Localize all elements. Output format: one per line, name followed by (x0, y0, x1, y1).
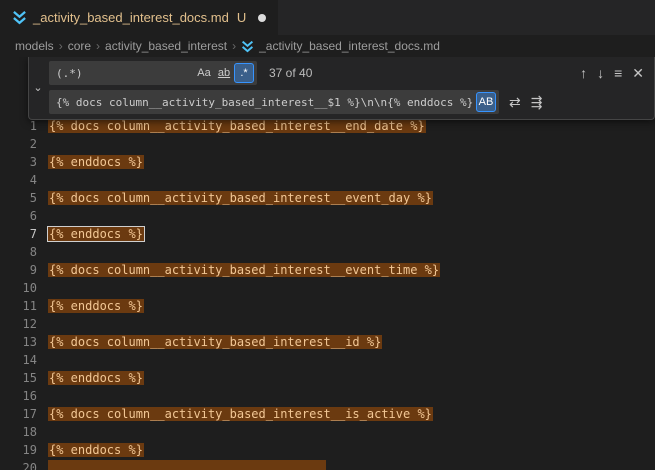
editor-line[interactable]: 8 (0, 243, 655, 261)
editor-line[interactable]: 12 (0, 315, 655, 333)
line-number[interactable]: 5 (0, 191, 46, 205)
editor-line[interactable]: 20 (0, 459, 655, 470)
toggle-replace-button[interactable]: ⌄ (29, 61, 47, 114)
git-status-badge: U (237, 10, 246, 25)
breadcrumb: models › core › activity_based_interest … (0, 35, 655, 57)
line-content: {% docs column__activity_based_interest_… (46, 335, 655, 349)
line-content: {% docs column__activity_based_interest_… (46, 263, 655, 277)
replace-row: {% docs column__activity_based_interest_… (49, 90, 648, 114)
line-content: {% docs column__activity_based_interest_… (46, 191, 655, 205)
editor-line[interactable]: 19{% enddocs %} (0, 441, 655, 459)
editor-line[interactable]: 2 (0, 135, 655, 153)
find-row: (.*) Aa ab .* 37 of 40 ↑ ↓ ≡ ✕ (49, 61, 648, 85)
replace-all-icon[interactable]: ⇶ (531, 95, 543, 109)
editor-line[interactable]: 3{% enddocs %} (0, 153, 655, 171)
markdown-file-icon (12, 10, 27, 25)
breadcrumb-file[interactable]: _activity_based_interest_docs.md (259, 39, 440, 53)
line-number[interactable]: 2 (0, 137, 46, 151)
line-number[interactable]: 20 (0, 461, 46, 470)
chevron-down-icon: ⌄ (33, 81, 42, 94)
replace-input[interactable]: {% docs column__activity_based_interest_… (49, 90, 499, 114)
editor-line[interactable]: 10 (0, 279, 655, 297)
editor-line[interactable]: 18 (0, 423, 655, 441)
match-count: 37 of 40 (269, 66, 312, 80)
editor-line[interactable]: 15{% enddocs %} (0, 369, 655, 387)
line-number[interactable]: 8 (0, 245, 46, 259)
editor-line[interactable]: 16 (0, 387, 655, 405)
markdown-file-icon (241, 40, 254, 53)
tab-filename: _activity_based_interest_docs.md (33, 10, 229, 25)
find-match: {% enddocs %} (48, 299, 144, 313)
line-number[interactable]: 14 (0, 353, 46, 367)
find-input-value[interactable]: (.*) (56, 67, 194, 80)
chevron-right-icon: › (59, 39, 63, 53)
unsaved-changes-dot[interactable] (258, 14, 266, 22)
previous-match-icon[interactable]: ↑ (580, 66, 587, 80)
breadcrumb-models[interactable]: models (15, 39, 54, 53)
preserve-case-toggle[interactable]: AB (476, 92, 496, 112)
find-replace-widget: ⌄ (.*) Aa ab .* 37 of 40 ↑ ↓ ≡ ✕ (28, 57, 655, 120)
line-number[interactable]: 17 (0, 407, 46, 421)
find-in-selection-icon[interactable]: ≡ (614, 66, 622, 80)
line-number[interactable]: 12 (0, 317, 46, 331)
line-number[interactable]: 10 (0, 281, 46, 295)
line-content (46, 460, 655, 470)
editor-line[interactable]: 13{% docs column__activity_based_interes… (0, 333, 655, 351)
line-number[interactable]: 6 (0, 209, 46, 223)
close-icon[interactable]: ✕ (632, 66, 644, 80)
line-content: {% enddocs %} (46, 155, 655, 169)
editor-line[interactable]: 5{% docs column__activity_based_interest… (0, 189, 655, 207)
line-content: {% enddocs %} (46, 443, 655, 457)
editor-line[interactable]: 4 (0, 171, 655, 189)
match-case-toggle[interactable]: Aa (194, 63, 214, 83)
line-content: {% docs column__activity_based_interest_… (46, 119, 655, 133)
line-number[interactable]: 7 (0, 227, 46, 241)
line-content: {% enddocs %} (46, 227, 655, 241)
regex-toggle[interactable]: .* (234, 63, 254, 83)
replace-one-icon[interactable]: ⇄ (509, 95, 521, 109)
chevron-right-icon: › (96, 39, 100, 53)
line-number[interactable]: 3 (0, 155, 46, 169)
find-match: {% enddocs %} (48, 155, 144, 169)
line-number[interactable]: 15 (0, 371, 46, 385)
find-match: {% enddocs %} (48, 371, 144, 385)
find-match: {% enddocs %} (48, 443, 144, 457)
vscode-window: _activity_based_interest_docs.md U model… (0, 0, 655, 470)
find-input[interactable]: (.*) Aa ab .* (49, 61, 257, 85)
line-content: {% enddocs %} (46, 371, 655, 385)
replace-input-value[interactable]: {% docs column__activity_based_interest_… (56, 96, 476, 109)
editor-line[interactable]: 17{% docs column__activity_based_interes… (0, 405, 655, 423)
line-content: {% enddocs %} (46, 299, 655, 313)
find-match: {% docs column__activity_based_interest_… (48, 191, 433, 205)
next-match-icon[interactable]: ↓ (597, 66, 604, 80)
line-number[interactable]: 19 (0, 443, 46, 457)
chevron-right-icon: › (232, 39, 236, 53)
breadcrumb-activity-based-interest[interactable]: activity_based_interest (105, 39, 227, 53)
line-number[interactable]: 4 (0, 173, 46, 187)
find-match-current: {% enddocs %} (48, 227, 144, 241)
find-match: {% docs column__activity_based_interest_… (48, 335, 382, 349)
editor-line[interactable]: 11{% enddocs %} (0, 297, 655, 315)
whole-word-toggle[interactable]: ab (214, 63, 234, 83)
tab-activity-based-interest-docs[interactable]: _activity_based_interest_docs.md U (0, 0, 278, 35)
line-number[interactable]: 13 (0, 335, 46, 349)
editor-pane[interactable]: ⌄ (.*) Aa ab .* 37 of 40 ↑ ↓ ≡ ✕ (0, 57, 655, 470)
find-match (48, 460, 326, 470)
editor-line[interactable]: 14 (0, 351, 655, 369)
find-match: {% docs column__activity_based_interest_… (48, 119, 426, 133)
line-number[interactable]: 16 (0, 389, 46, 403)
editor-line[interactable]: 7{% enddocs %} (0, 225, 655, 243)
tab-bar: _activity_based_interest_docs.md U (0, 0, 655, 35)
line-content: {% docs column__activity_based_interest_… (46, 407, 655, 421)
line-number[interactable]: 1 (0, 119, 46, 133)
line-number[interactable]: 9 (0, 263, 46, 277)
breadcrumb-core[interactable]: core (68, 39, 91, 53)
editor-line[interactable]: 6 (0, 207, 655, 225)
find-match: {% docs column__activity_based_interest_… (48, 263, 440, 277)
line-number[interactable]: 18 (0, 425, 46, 439)
find-match: {% docs column__activity_based_interest_… (48, 407, 433, 421)
editor-line[interactable]: 9{% docs column__activity_based_interest… (0, 261, 655, 279)
line-number[interactable]: 11 (0, 299, 46, 313)
